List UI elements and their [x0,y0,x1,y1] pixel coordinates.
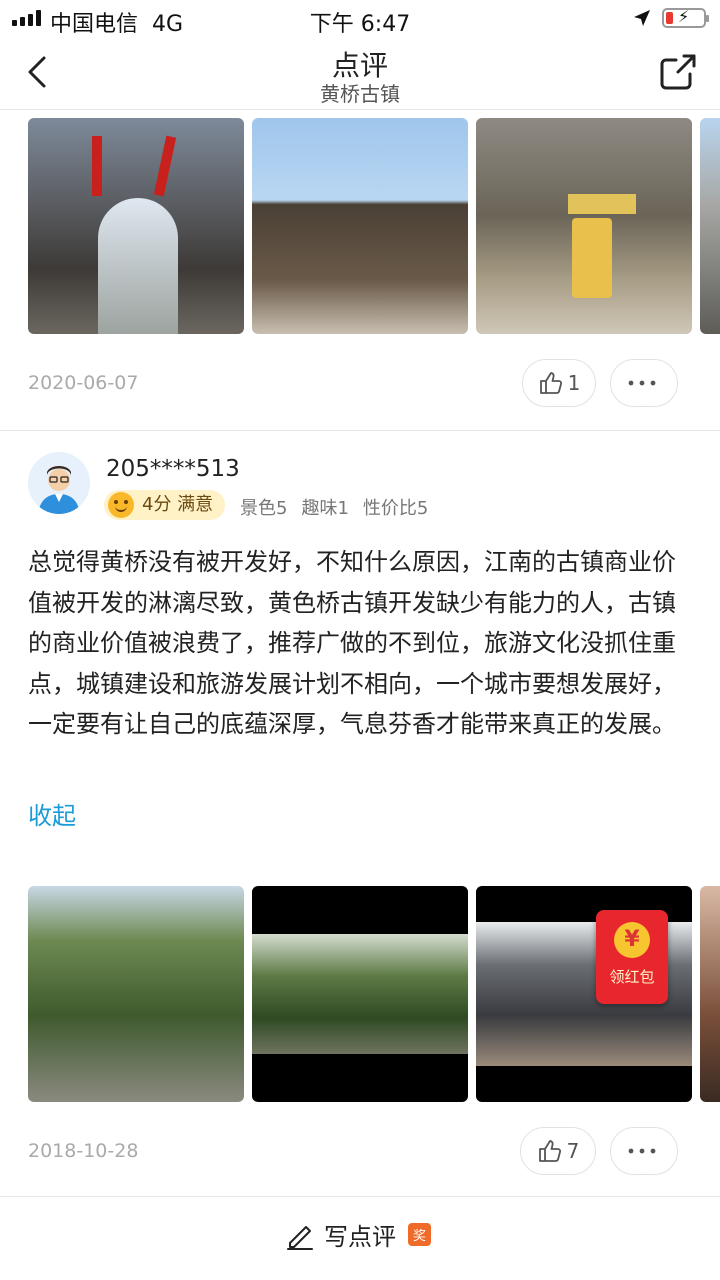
review-photo[interactable] [28,118,244,334]
write-review-button[interactable]: 写点评 奖 [284,1217,432,1252]
smile-icon [108,492,134,518]
user-avatar-icon [28,452,90,514]
rating-badge: 4分 满意 [104,490,226,520]
red-packet-label: 领红包 [609,968,655,986]
write-review-label: 写点评 [324,1223,396,1251]
like-count: 1 [567,371,581,395]
sub-score: 性价比5 [362,498,429,519]
review-video-thumbnail[interactable]: ¥ 领红包 [476,886,692,1102]
pencil-icon [287,1225,313,1250]
review-date: 2020-06-07 [28,372,139,394]
sub-score: 趣味1 [301,498,349,519]
review-date: 2018-10-28 [28,1140,139,1162]
nav-bar: 点评 黄桥古镇 [0,38,720,110]
share-button[interactable] [656,50,700,94]
review-photo[interactable] [252,118,468,334]
status-time: 下午 6:47 [309,12,411,37]
bottom-bar: 写点评 奖 [0,1196,720,1280]
like-count: 7 [566,1139,580,1163]
photo-row: ¥ 领红包 [28,886,720,1102]
like-button[interactable]: 7 [520,1127,596,1175]
more-icon [628,380,656,386]
status-bar: 中国电信 4G 下午 6:47 ⚡ [0,0,720,38]
award-badge: 奖 [408,1223,432,1246]
review-photo[interactable] [476,118,692,334]
page-subtitle: 黄桥古镇 [320,82,400,106]
review-photo[interactable] [700,886,720,1102]
more-button[interactable] [610,1127,678,1175]
collapse-link[interactable]: 收起 [28,796,76,831]
review-photo[interactable] [28,886,244,1102]
avatar[interactable] [28,452,90,514]
location-arrow-icon [634,10,650,26]
rating-label: 4分 满意 [142,494,214,515]
red-packet-button[interactable]: ¥ 领红包 [596,910,668,1004]
review-text: 总觉得黄桥没有被开发好，不知什么原因，江南的古镇商业价值被开发的淋漓尽致，黄色桥… [28,548,676,738]
review-video-thumbnail[interactable] [252,886,468,1102]
review-photo[interactable] [700,118,720,334]
photo-row [28,118,720,334]
yuan-coin-icon: ¥ [614,922,650,958]
battery-icon: ⚡ [662,7,709,28]
thumbs-up-icon [539,372,562,394]
more-icon [628,1148,656,1154]
username[interactable]: 205****513 [106,456,240,482]
sub-scores: 景色5 趣味1 性价比5 [240,494,428,520]
more-button[interactable] [610,359,678,407]
thumbs-up-icon [538,1140,561,1162]
like-button[interactable]: 1 [522,359,596,407]
sub-score: 景色5 [240,498,288,519]
divider [0,430,720,431]
share-icon [660,54,696,90]
